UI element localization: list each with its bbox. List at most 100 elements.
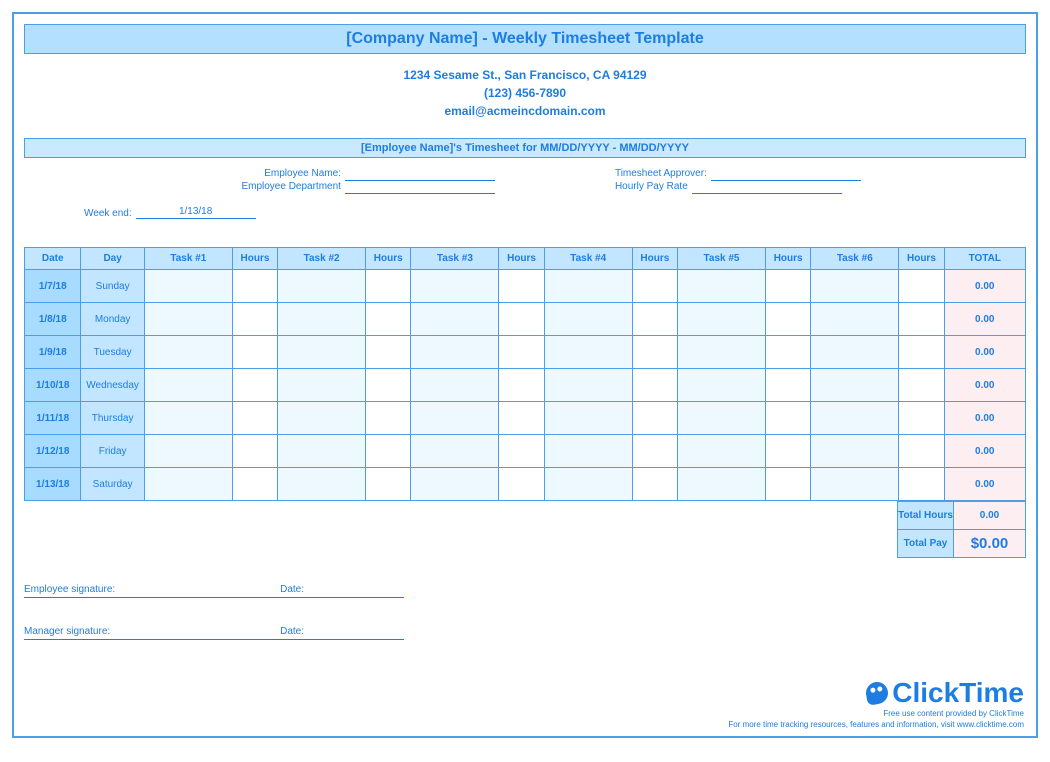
- cell-hours[interactable]: [232, 468, 277, 501]
- cell-task[interactable]: [677, 270, 765, 303]
- cell-hours[interactable]: [632, 369, 677, 402]
- cell-task[interactable]: [811, 402, 899, 435]
- cell-task[interactable]: [144, 435, 232, 468]
- cell-hours[interactable]: [766, 369, 811, 402]
- cell-task[interactable]: [677, 303, 765, 336]
- cell-hours[interactable]: [632, 435, 677, 468]
- cell-task[interactable]: [544, 435, 632, 468]
- cell-task[interactable]: [811, 369, 899, 402]
- cell-task[interactable]: [278, 468, 366, 501]
- cell-hours[interactable]: [899, 435, 944, 468]
- cell-hours[interactable]: [232, 435, 277, 468]
- cell-hours[interactable]: [499, 336, 544, 369]
- cell-task[interactable]: [278, 336, 366, 369]
- cell-total: 0.00: [944, 303, 1025, 336]
- cell-date: 1/13/18: [25, 468, 81, 501]
- cell-hours[interactable]: [632, 270, 677, 303]
- cell-task[interactable]: [544, 270, 632, 303]
- cell-hours[interactable]: [766, 303, 811, 336]
- th-task2: Task #2: [278, 248, 366, 270]
- cell-task[interactable]: [811, 270, 899, 303]
- cell-hours[interactable]: [499, 435, 544, 468]
- cell-task[interactable]: [544, 402, 632, 435]
- cell-task[interactable]: [411, 468, 499, 501]
- cell-task[interactable]: [811, 435, 899, 468]
- cell-task[interactable]: [278, 303, 366, 336]
- cell-task[interactable]: [677, 468, 765, 501]
- cell-hours[interactable]: [232, 270, 277, 303]
- timesheet-page: [Company Name] - Weekly Timesheet Templa…: [12, 12, 1038, 738]
- cell-task[interactable]: [544, 468, 632, 501]
- cell-task[interactable]: [144, 270, 232, 303]
- cell-task[interactable]: [144, 468, 232, 501]
- cell-task[interactable]: [411, 336, 499, 369]
- cell-day: Friday: [81, 435, 144, 468]
- cell-hours[interactable]: [632, 336, 677, 369]
- cell-hours[interactable]: [899, 402, 944, 435]
- payrate-field[interactable]: [692, 181, 842, 194]
- cell-hours[interactable]: [899, 336, 944, 369]
- cell-hours[interactable]: [766, 402, 811, 435]
- cell-task[interactable]: [677, 369, 765, 402]
- cell-task[interactable]: [811, 468, 899, 501]
- cell-task[interactable]: [544, 336, 632, 369]
- cell-hours[interactable]: [499, 303, 544, 336]
- cell-hours[interactable]: [499, 369, 544, 402]
- manager-signature-line[interactable]: Manager signature: Date:: [24, 626, 404, 640]
- th-hours3: Hours: [499, 248, 544, 270]
- cell-task[interactable]: [144, 303, 232, 336]
- cell-task[interactable]: [677, 336, 765, 369]
- cell-task[interactable]: [144, 336, 232, 369]
- cell-task[interactable]: [811, 303, 899, 336]
- contact-block: 1234 Sesame St., San Francisco, CA 94129…: [24, 66, 1026, 120]
- cell-hours[interactable]: [766, 468, 811, 501]
- cell-hours[interactable]: [366, 270, 411, 303]
- cell-task[interactable]: [278, 369, 366, 402]
- employee-name-field[interactable]: [345, 168, 495, 181]
- cell-task[interactable]: [544, 369, 632, 402]
- employee-signature-line[interactable]: Employee signature: Date:: [24, 584, 404, 598]
- cell-task[interactable]: [278, 435, 366, 468]
- cell-task[interactable]: [411, 303, 499, 336]
- cell-hours[interactable]: [766, 270, 811, 303]
- cell-hours[interactable]: [232, 369, 277, 402]
- cell-hours[interactable]: [499, 468, 544, 501]
- payrate-label: Hourly Pay Rate: [615, 181, 692, 194]
- cell-hours[interactable]: [366, 402, 411, 435]
- cell-hours[interactable]: [766, 336, 811, 369]
- cell-hours[interactable]: [366, 468, 411, 501]
- total-pay-value: $0.00: [954, 530, 1026, 558]
- cell-hours[interactable]: [366, 303, 411, 336]
- cell-task[interactable]: [411, 435, 499, 468]
- cell-hours[interactable]: [366, 435, 411, 468]
- cell-hours[interactable]: [632, 468, 677, 501]
- cell-task[interactable]: [278, 402, 366, 435]
- cell-hours[interactable]: [499, 270, 544, 303]
- weekend-field[interactable]: 1/13/18: [136, 206, 256, 219]
- cell-hours[interactable]: [499, 402, 544, 435]
- cell-task[interactable]: [411, 369, 499, 402]
- cell-hours[interactable]: [232, 336, 277, 369]
- cell-hours[interactable]: [366, 336, 411, 369]
- cell-hours[interactable]: [766, 435, 811, 468]
- cell-hours[interactable]: [232, 303, 277, 336]
- cell-hours[interactable]: [366, 369, 411, 402]
- cell-task[interactable]: [411, 402, 499, 435]
- cell-hours[interactable]: [899, 270, 944, 303]
- cell-hours[interactable]: [232, 402, 277, 435]
- approver-field[interactable]: [711, 168, 861, 181]
- cell-task[interactable]: [677, 402, 765, 435]
- employee-dept-field[interactable]: [345, 181, 495, 194]
- cell-hours[interactable]: [632, 402, 677, 435]
- cell-task[interactable]: [677, 435, 765, 468]
- cell-task[interactable]: [278, 270, 366, 303]
- cell-task[interactable]: [144, 402, 232, 435]
- cell-task[interactable]: [544, 303, 632, 336]
- cell-task[interactable]: [411, 270, 499, 303]
- cell-hours[interactable]: [899, 303, 944, 336]
- cell-hours[interactable]: [899, 468, 944, 501]
- cell-task[interactable]: [811, 336, 899, 369]
- cell-hours[interactable]: [632, 303, 677, 336]
- cell-task[interactable]: [144, 369, 232, 402]
- cell-hours[interactable]: [899, 369, 944, 402]
